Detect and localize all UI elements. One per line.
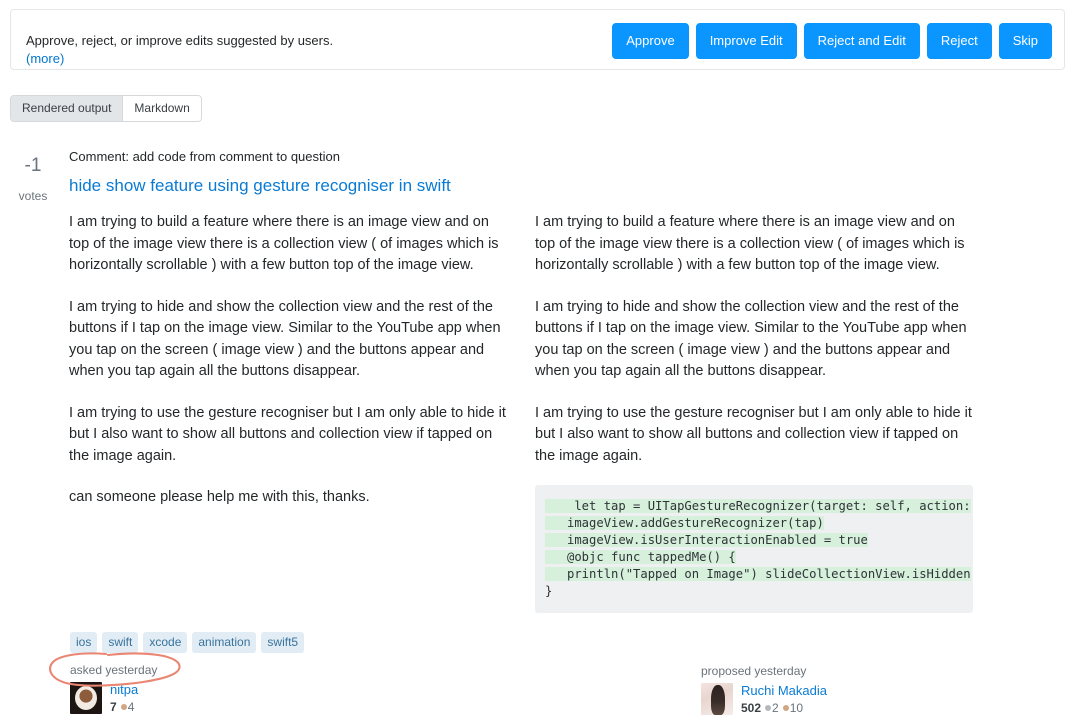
vote-label: votes — [18, 189, 48, 203]
bronze-badge-icon — [782, 705, 789, 711]
asker-reputation-badges: 74 — [110, 699, 138, 716]
asker-username-link[interactable]: nitpa — [110, 682, 138, 698]
review-task-panel: Approve, reject, or improve edits sugges… — [10, 9, 1065, 70]
proposer-user-card: proposed yesterday Ruchi Makadia 502 2 10 — [701, 664, 827, 717]
tag-swift[interactable]: swift — [102, 632, 139, 653]
paragraph: I am trying to hide and show the collect… — [535, 298, 967, 380]
proposer-action-time: proposed yesterday — [701, 664, 807, 678]
more-link[interactable]: (more) — [26, 51, 64, 66]
review-action-buttons: Approve Improve Edit Reject and Edit Rej… — [612, 23, 1052, 59]
silver-badge-icon — [765, 705, 772, 711]
asker-action-time: asked yesterday — [70, 663, 158, 677]
tag-swift5[interactable]: swift5 — [261, 632, 305, 653]
code-line: @objc func tappedMe() { — [545, 550, 736, 564]
paragraph: can someone please help me with this, th… — [69, 489, 370, 505]
skip-button[interactable]: Skip — [998, 23, 1052, 59]
view-mode-tabs: Rendered output Markdown — [10, 95, 202, 122]
asker-bronze-count: 4 — [127, 700, 135, 714]
tag-ios[interactable]: ios — [70, 632, 98, 653]
tag-animation[interactable]: animation — [192, 632, 257, 653]
original-post-body: I am trying to build a feature where the… — [69, 212, 509, 529]
code-line: imageView.isUserInteractionEnabled = tru… — [545, 533, 868, 547]
code-content: let tap = UITapGestureRecognizer(target:… — [535, 498, 973, 600]
code-line: } — [545, 584, 553, 598]
avatar[interactable] — [701, 683, 733, 715]
proposer-bronze-count: 10 — [789, 701, 804, 715]
proposer-reputation-badges: 502 2 10 — [741, 700, 827, 717]
edit-comment: Comment: add code from comment to questi… — [69, 149, 340, 164]
proposer-silver-count: 2 — [772, 701, 779, 715]
tag-xcode[interactable]: xcode — [143, 632, 188, 653]
tab-rendered-output[interactable]: Rendered output — [11, 96, 124, 121]
question-title-link[interactable]: hide show feature using gesture recognis… — [69, 176, 451, 196]
code-line: imageView.addGestureRecognizer(tap) — [545, 516, 824, 530]
code-line: println("Tapped on Image") slideCollecti… — [545, 567, 971, 581]
paragraph: I am trying to build a feature where the… — [535, 214, 965, 273]
vote-summary: -1 votes — [8, 155, 58, 203]
tag-list: ios swift xcode animation swift5 — [70, 632, 305, 653]
paragraph: I am trying to build a feature where the… — [69, 214, 499, 273]
improve-edit-button[interactable]: Improve Edit — [695, 23, 797, 59]
proposer-reputation: 502 — [741, 701, 762, 715]
paragraph: I am trying to use the gesture recognise… — [69, 404, 506, 464]
proposed-code-block: let tap = UITapGestureRecognizer(target:… — [535, 485, 973, 613]
proposer-username-link[interactable]: Ruchi Makadia — [741, 683, 827, 699]
proposed-post-body: I am trying to build a feature where the… — [535, 212, 975, 529]
asker-reputation: 7 — [110, 700, 117, 714]
asker-user-card: asked yesterday nitpa 74 — [70, 663, 157, 716]
paragraph: I am trying to hide and show the collect… — [69, 298, 501, 380]
paragraph: I am trying to use the gesture recognise… — [535, 404, 972, 464]
review-description: Approve, reject, or improve edits sugges… — [26, 33, 334, 48]
approve-button[interactable]: Approve — [612, 23, 689, 59]
bronze-badge-icon — [120, 704, 127, 710]
code-line: let tap = UITapGestureRecognizer(target:… — [545, 499, 971, 513]
reject-button[interactable]: Reject — [926, 23, 992, 59]
asker-user-row: nitpa 74 — [70, 682, 157, 716]
vote-count: -1 — [24, 155, 42, 176]
tab-markdown[interactable]: Markdown — [123, 96, 201, 121]
avatar[interactable] — [70, 682, 102, 714]
proposer-user-row: Ruchi Makadia 502 2 10 — [701, 683, 827, 717]
reject-and-edit-button[interactable]: Reject and Edit — [803, 23, 920, 59]
